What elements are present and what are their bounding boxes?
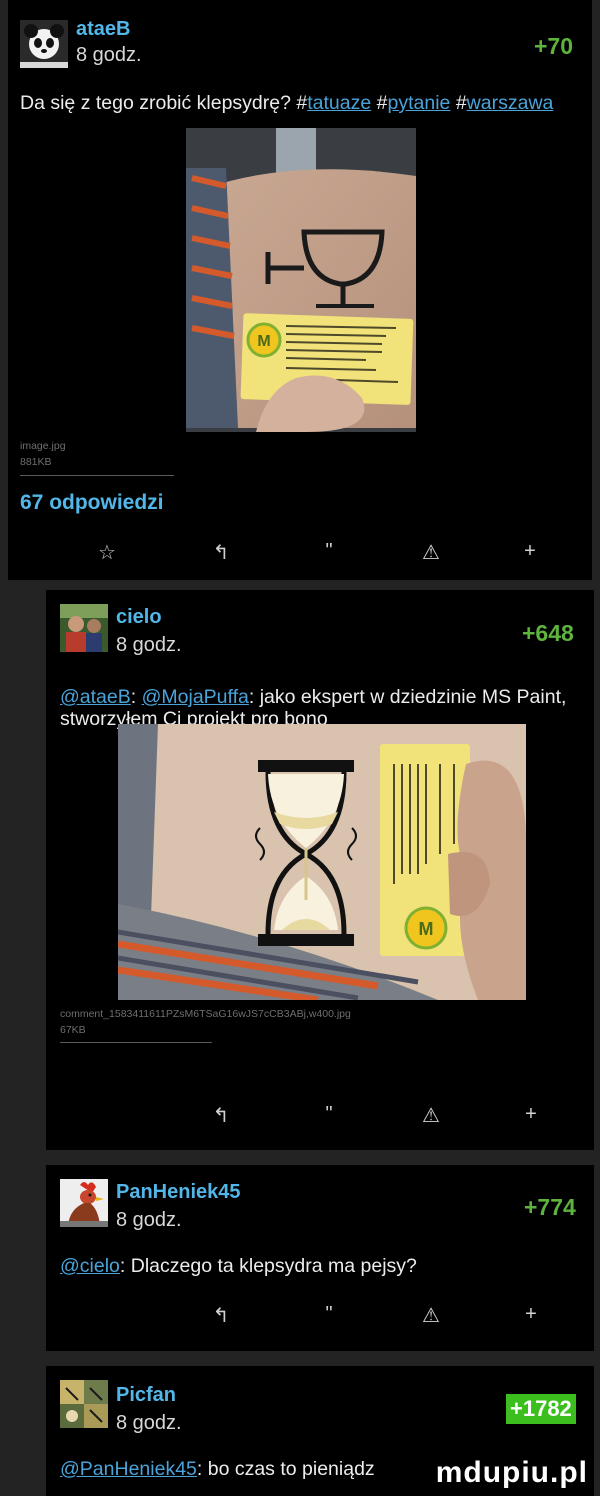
comic-avatar-icon — [60, 1380, 108, 1428]
comment-attachment-size: 67KB — [60, 1024, 86, 1036]
post-attachment-size: 881KB — [20, 456, 52, 468]
svg-text:M: M — [257, 333, 270, 350]
mention-cielo[interactable]: @cielo — [60, 1255, 120, 1277]
avatar[interactable] — [60, 1380, 108, 1428]
report-warning-icon[interactable]: ⚠ — [416, 540, 446, 565]
plus-vote-icon[interactable]: + — [516, 1103, 546, 1126]
main-post: ataeB 8 godz. +70 Da się z tego zrobić k… — [8, 0, 592, 580]
person-avatar-icon — [60, 604, 108, 652]
mention-sep: : — [130, 686, 142, 708]
mention-panheniek45[interactable]: @PanHeniek45 — [60, 1458, 197, 1480]
comment-text: @cielo: Dlaczego ta klepsydra ma pejsy? — [60, 1255, 417, 1277]
post-text: Da się z tego zrobić klepsydrę? #tatuaze… — [20, 92, 553, 114]
report-warning-icon[interactable]: ⚠ — [416, 1303, 446, 1328]
tag-hash: # — [296, 92, 308, 114]
tag-tatuaze[interactable]: #tatuaze — [296, 92, 371, 114]
comment-votes[interactable]: +774 — [524, 1194, 576, 1221]
rooster-avatar-icon — [60, 1179, 108, 1227]
avatar[interactable] — [20, 20, 68, 68]
comment-cielo: cielo 8 godz. +648 @ataeB: @MojaPuffa: j… — [46, 590, 594, 1150]
panda-avatar-icon — [20, 20, 68, 68]
tag-tatuaze-label[interactable]: tatuaze — [307, 92, 371, 114]
attachment-divider — [60, 1042, 212, 1043]
comment-image[interactable]: M — [118, 724, 526, 1000]
quote-icon[interactable]: " — [314, 540, 344, 563]
comment-votes-highlighted[interactable]: +1782 — [506, 1394, 576, 1424]
comment-author[interactable]: PanHeniek45 — [116, 1181, 241, 1204]
post-votes[interactable]: +70 — [534, 33, 573, 60]
tag-pytanie-label[interactable]: pytanie — [388, 92, 451, 114]
post-author[interactable]: ataeB — [76, 18, 130, 41]
comment-author[interactable]: cielo — [116, 606, 162, 629]
tag-hash: # — [455, 92, 467, 114]
mention-ataeb[interactable]: @ataeB — [60, 686, 131, 708]
tag-pytanie[interactable]: #pytanie — [377, 92, 451, 114]
comment-attachment-name[interactable]: comment_1583411611PZsM6TSaG16wJS7cCB3ABj… — [60, 1008, 351, 1021]
report-warning-icon[interactable]: ⚠ — [416, 1103, 446, 1128]
avatar[interactable] — [60, 604, 108, 652]
comment-votes[interactable]: +648 — [522, 620, 574, 647]
svg-text:M: M — [419, 919, 434, 939]
quote-icon[interactable]: " — [314, 1103, 344, 1126]
comment-text-content: : bo czas to pieniądz — [196, 1458, 375, 1480]
post-time: 8 godz. — [76, 44, 142, 66]
plus-vote-icon[interactable]: + — [516, 1303, 546, 1326]
comment-text: @PanHeniek45: bo czas to pieniądz — [60, 1458, 375, 1480]
post-text-content: Da się z tego zrobić klepsydrę? — [20, 92, 291, 114]
reply-icon[interactable]: ↰ — [206, 540, 236, 565]
comment-time: 8 godz. — [116, 634, 182, 656]
reply-icon[interactable]: ↰ — [206, 1103, 236, 1128]
reply-icon[interactable]: ↰ — [206, 1303, 236, 1328]
mention-mojapuffa[interactable]: @MojaPuffa — [142, 686, 249, 708]
tag-hash: # — [376, 92, 388, 114]
avatar[interactable] — [60, 1179, 108, 1227]
comment-time: 8 godz. — [116, 1209, 182, 1231]
favorite-star-icon[interactable]: ☆ — [92, 540, 122, 565]
tattoo-photo: M — [186, 128, 416, 432]
tag-warszawa-label[interactable]: warszawa — [467, 92, 554, 114]
comment-panheniek45: PanHeniek45 8 godz. +774 @cielo: Dlaczeg… — [46, 1165, 594, 1351]
tag-warszawa[interactable]: #warszawa — [456, 92, 554, 114]
replies-count[interactable]: 67 odpowiedzi — [20, 491, 164, 515]
post-attachment-name[interactable]: image.jpg — [20, 440, 66, 453]
plus-vote-icon[interactable]: + — [515, 540, 545, 563]
comment-text-line1: : jako ekspert w dziedzinie MS Paint, — [248, 686, 567, 708]
post-image[interactable]: M — [186, 128, 416, 432]
comment-text-content: : Dlaczego ta klepsydra ma pejsy? — [119, 1255, 417, 1277]
comment-author[interactable]: Picfan — [116, 1384, 176, 1407]
comment-time: 8 godz. — [116, 1412, 182, 1434]
attachment-divider — [20, 475, 174, 476]
site-watermark: mdupiu.pl — [435, 1456, 588, 1489]
quote-icon[interactable]: " — [314, 1303, 344, 1326]
hourglass-photo: M — [118, 724, 526, 1000]
